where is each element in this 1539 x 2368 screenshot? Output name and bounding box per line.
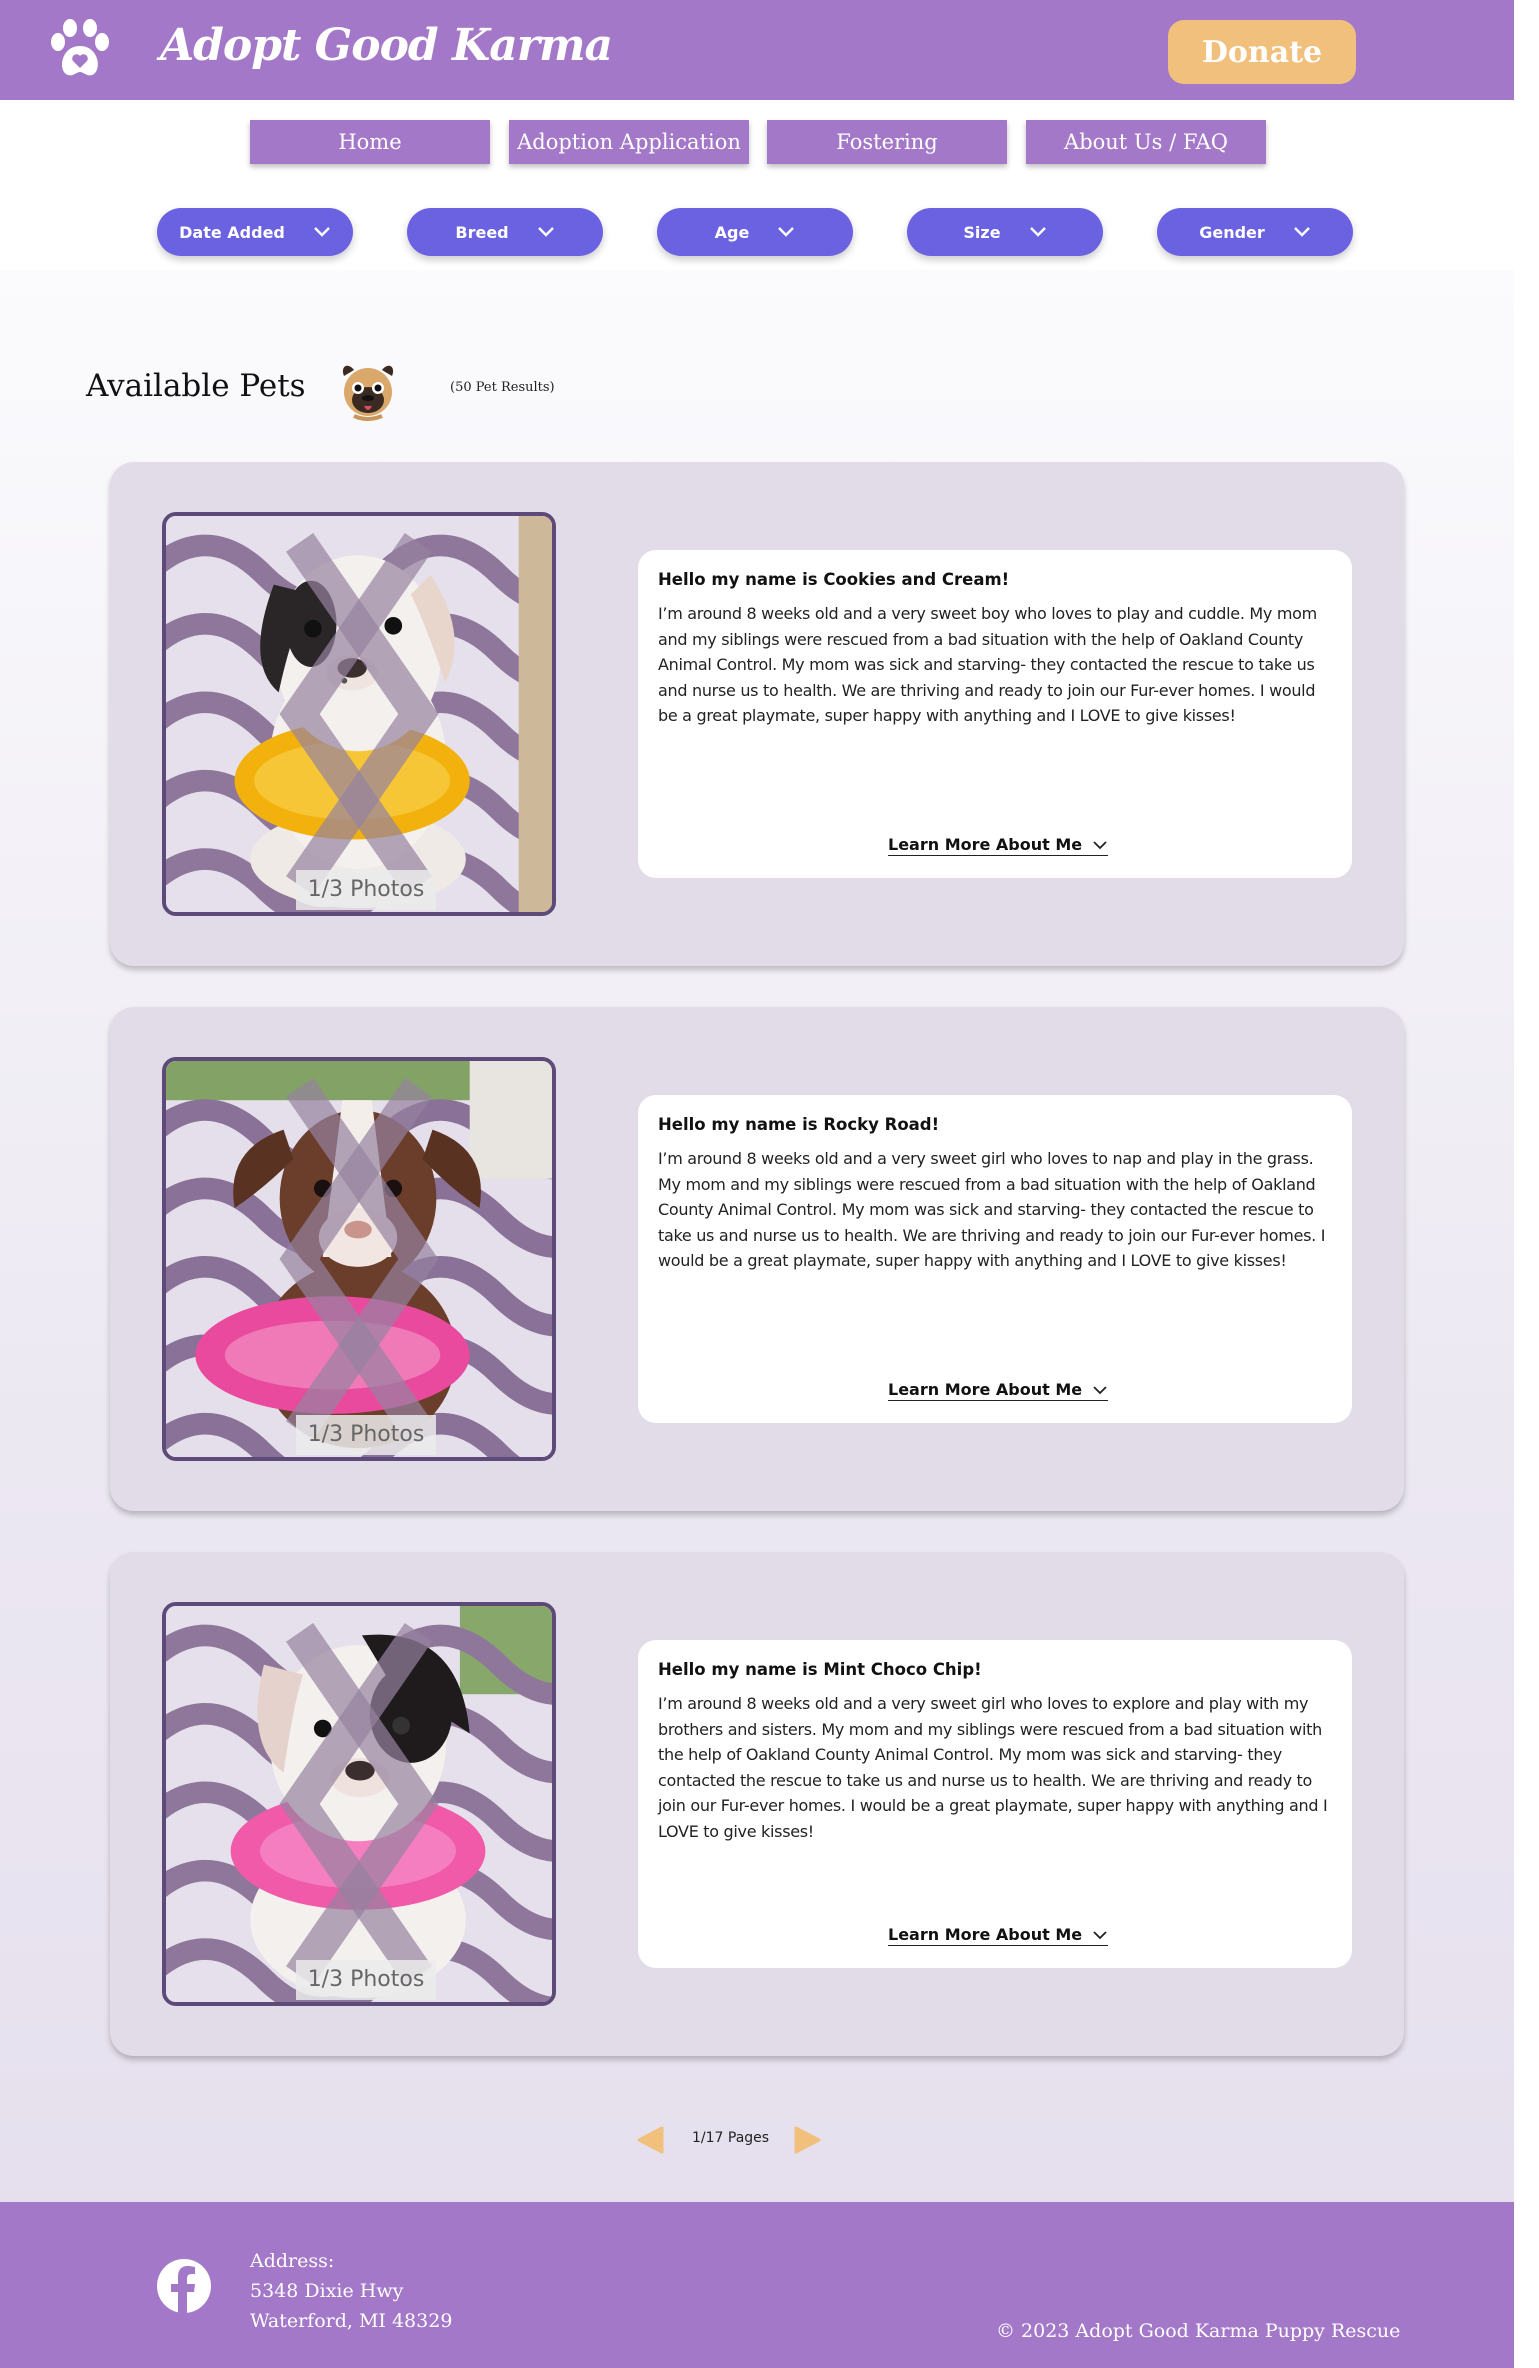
carousel-next-icon[interactable] <box>166 1606 552 2002</box>
address-label: Address: <box>250 2250 335 2272</box>
site-footer: Address: 5348 Dixie Hwy Waterford, MI 48… <box>0 2202 1514 2368</box>
nav-adoption-application[interactable]: Adoption Application <box>509 120 749 164</box>
nav-about-faq[interactable]: About Us / FAQ <box>1026 120 1266 164</box>
filter-size[interactable]: Size <box>907 208 1103 256</box>
carousel-next-icon[interactable] <box>166 516 552 912</box>
nav-fostering[interactable]: Fostering <box>767 120 1007 164</box>
filter-label: Date Added <box>179 222 285 242</box>
page-title: Available Pets <box>86 368 306 404</box>
pet-photo-carousel[interactable]: 1/3 Photos <box>162 1602 556 2006</box>
brand-name[interactable]: Adopt Good Karma <box>160 20 613 71</box>
filter-gender[interactable]: Gender <box>1157 208 1353 256</box>
chevron-down-icon <box>1293 227 1310 237</box>
learn-more-link[interactable]: Learn More About Me <box>888 835 1109 856</box>
pet-description: I’m around 8 weeks old and a very sweet … <box>658 1694 1328 1841</box>
filter-label: Gender <box>1199 222 1265 242</box>
pet-name-heading: Hello my name is Mint Choco Chip! <box>658 1660 982 1679</box>
filter-age[interactable]: Age <box>657 208 853 256</box>
facebook-icon[interactable] <box>156 2258 212 2314</box>
chevron-down-icon <box>1093 840 1107 849</box>
pet-description-box: Hello my name is Rocky Road! I’m around … <box>638 1095 1352 1423</box>
pet-name-heading: Hello my name is Rocky Road! <box>658 1115 940 1134</box>
nav-home[interactable]: Home <box>250 120 490 164</box>
filter-label: Size <box>963 222 1001 242</box>
photo-counter: 1/3 Photos <box>296 870 436 910</box>
copyright: © 2023 Adopt Good Karma Puppy Rescue <box>996 2320 1401 2342</box>
learn-more-label: Learn More About Me <box>888 835 1083 854</box>
address-block: Address: 5348 Dixie Hwy Waterford, MI 48… <box>250 2246 452 2336</box>
filter-breed[interactable]: Breed <box>407 208 603 256</box>
filter-date-added[interactable]: Date Added <box>157 208 353 256</box>
page: Adopt Good Karma Donate Home Adoption Ap… <box>0 0 1514 2368</box>
pet-name-heading: Hello my name is Cookies and Cream! <box>658 570 1010 589</box>
chevron-down-icon <box>1029 227 1046 237</box>
page-indicator: 1/17 Pages <box>692 2130 770 2146</box>
address-line-1: 5348 Dixie Hwy <box>250 2280 404 2302</box>
learn-more-label: Learn More About Me <box>888 1925 1083 1944</box>
pet-description-box: Hello my name is Mint Choco Chip! I’m ar… <box>638 1640 1352 1968</box>
filter-label: Breed <box>455 222 509 242</box>
pet-card-rocky-road: 1/3 Photos Hello my name is Rocky Road! … <box>110 1007 1404 1511</box>
pet-description-box: Hello my name is Cookies and Cream! I’m … <box>638 550 1352 878</box>
carousel-next-icon[interactable] <box>166 1061 552 1457</box>
donate-button[interactable]: Donate <box>1168 20 1356 84</box>
learn-more-label: Learn More About Me <box>888 1380 1083 1399</box>
pet-card-cookies-and-cream: 1/3 Photos Hello my name is Cookies and … <box>110 462 1404 966</box>
chevron-down-icon <box>537 227 554 237</box>
previous-page-icon[interactable] <box>636 2126 664 2154</box>
chevron-down-icon <box>1093 1385 1107 1394</box>
photo-counter: 1/3 Photos <box>296 1960 436 2000</box>
result-count: (50 Pet Results) <box>450 380 555 395</box>
filter-label: Age <box>714 222 750 242</box>
pet-photo-carousel[interactable]: 1/3 Photos <box>162 512 556 916</box>
chevron-down-icon <box>1093 1930 1107 1939</box>
site-header: Adopt Good Karma Donate <box>0 0 1514 100</box>
chevron-down-icon <box>314 227 330 237</box>
next-page-icon[interactable] <box>794 2126 822 2154</box>
address-line-2: Waterford, MI 48329 <box>250 2310 453 2332</box>
learn-more-link[interactable]: Learn More About Me <box>888 1925 1109 1946</box>
learn-more-link[interactable]: Learn More About Me <box>888 1380 1109 1401</box>
pet-description: I’m around 8 weeks old and a very sweet … <box>658 604 1317 725</box>
pug-icon <box>342 365 394 421</box>
paw-heart-icon[interactable] <box>46 16 114 82</box>
photo-counter: 1/3 Photos <box>296 1415 436 1455</box>
pet-photo-carousel[interactable]: 1/3 Photos <box>162 1057 556 1461</box>
pet-description: I’m around 8 weeks old and a very sweet … <box>658 1149 1326 1270</box>
pet-card-mint-choco-chip: 1/3 Photos Hello my name is Mint Choco C… <box>110 1552 1404 2056</box>
chevron-down-icon <box>778 227 795 237</box>
